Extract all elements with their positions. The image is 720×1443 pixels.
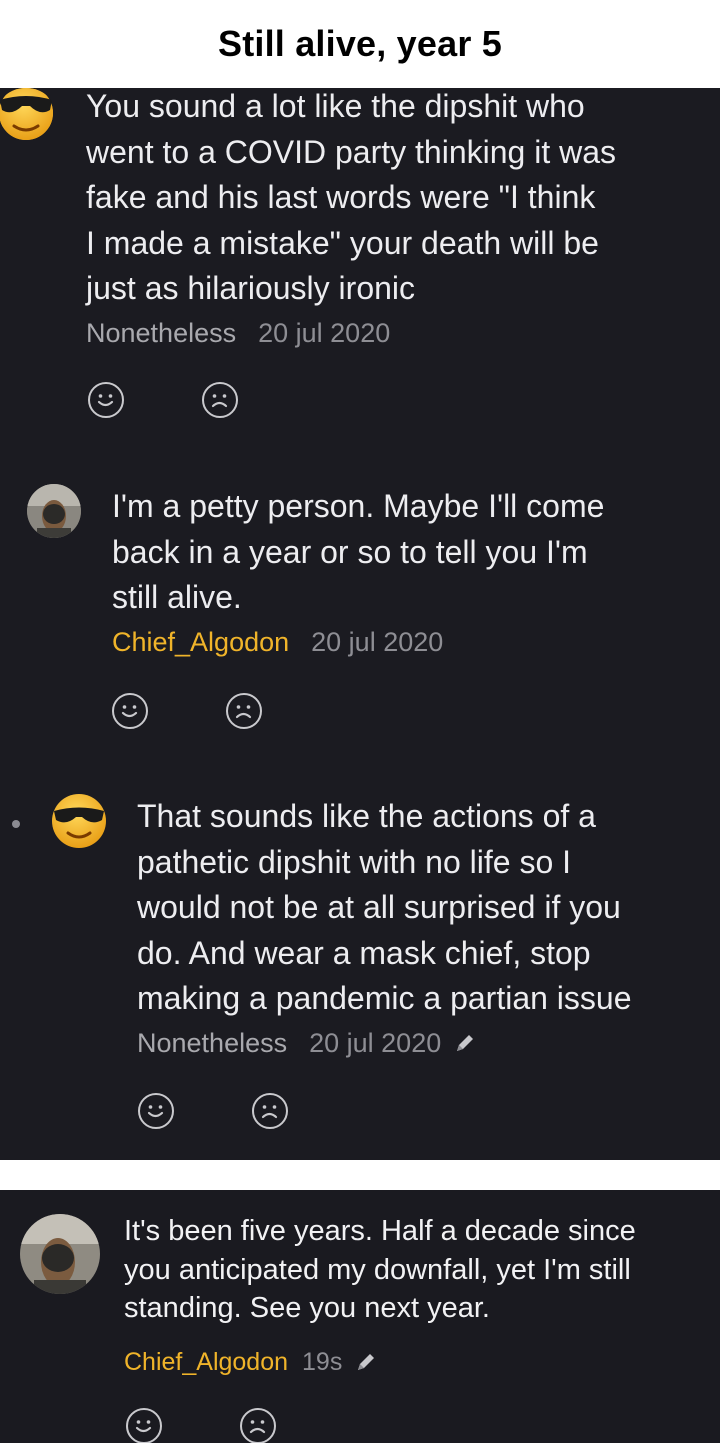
unread-dot: [12, 820, 20, 828]
sunglasses-emoji-icon[interactable]: [51, 793, 107, 849]
author-name[interactable]: Nonetheless: [86, 318, 236, 349]
smiley-face-icon[interactable]: [126, 1408, 162, 1443]
reaction-bar: [112, 693, 262, 729]
comment-line: still alive.: [112, 579, 242, 615]
comment-date: 19s: [302, 1347, 343, 1376]
comment-meta: Chief_Algodon 20 jul 2020: [112, 627, 604, 658]
comment-meta: Nonetheless 20 jul 2020: [137, 1028, 632, 1059]
comments-panel-old: You sound a lot like the dipshit who wen…: [0, 88, 720, 1160]
page-title: Still alive, year 5: [218, 23, 502, 64]
comment-line: That sounds like the actions of a: [137, 798, 596, 834]
comment-line: It's been five years. Half a decade sinc…: [124, 1215, 636, 1247]
comment-meta: Chief_Algodon 19s: [124, 1348, 636, 1377]
comment-body: It's been five years. Half a decade sinc…: [124, 1212, 636, 1328]
comment-line: do. And wear a mask chief, stop: [137, 934, 591, 971]
author-name[interactable]: Nonetheless: [137, 1028, 287, 1059]
comment-body: I'm a petty person. Maybe I'll come back…: [112, 484, 604, 621]
comment-line: making a pandemic a partian issue: [137, 980, 632, 1016]
comment-date: 20 jul 2020: [258, 317, 391, 348]
comment: It's been five years. Half a decade sinc…: [124, 1212, 636, 1377]
sad-face-icon[interactable]: [240, 1408, 276, 1443]
reaction-bar: [138, 1093, 288, 1129]
comment: You sound a lot like the dipshit who wen…: [86, 84, 616, 349]
comments-panel-new: It's been five years. Half a decade sinc…: [0, 1190, 720, 1443]
comment-line: you anticipated my downfall, yet I'm sti…: [124, 1253, 631, 1286]
comment-line: I'm a petty person. Maybe I'll come: [112, 488, 605, 524]
comment-line: standing. See you next year.: [124, 1292, 490, 1324]
comment-body: That sounds like the actions of a pathet…: [137, 794, 632, 1022]
sunglasses-emoji-icon[interactable]: [0, 88, 56, 142]
author-name[interactable]: Chief_Algodon: [124, 1348, 288, 1377]
comment-line: fake and his last words were "I think: [86, 179, 596, 215]
comment-date: 20 jul 2020: [309, 1027, 442, 1058]
sad-face-icon[interactable]: [226, 693, 262, 729]
sad-face-icon[interactable]: [202, 382, 238, 418]
comment-meta: Nonetheless 20 jul 2020: [86, 318, 616, 349]
smiley-face-icon[interactable]: [112, 693, 148, 729]
reaction-bar: [88, 382, 238, 418]
comment-line: I made a mistake" your death will be: [86, 224, 599, 261]
comment-line: went to a COVID party thinking it was: [86, 133, 616, 170]
comment-line: pathetic dipshit with no life so I: [137, 843, 572, 880]
comment-date: 20 jul 2020: [311, 626, 444, 657]
comment: I'm a petty person. Maybe I'll come back…: [112, 484, 604, 658]
comment-body: You sound a lot like the dipshit who wen…: [86, 84, 616, 312]
comment-line: just as hilariously ironic: [86, 270, 416, 306]
smiley-face-icon[interactable]: [138, 1093, 174, 1129]
reaction-bar: [126, 1408, 276, 1443]
pencil-icon: [453, 1031, 477, 1055]
comment-line: You sound a lot like the dipshit who: [86, 88, 585, 124]
user-photo-avatar[interactable]: [27, 484, 81, 538]
smiley-face-icon[interactable]: [88, 382, 124, 418]
pencil-icon: [354, 1350, 378, 1374]
title-bar: Still alive, year 5: [0, 0, 720, 88]
sad-face-icon[interactable]: [252, 1093, 288, 1129]
user-photo-avatar[interactable]: [20, 1214, 100, 1294]
author-name[interactable]: Chief_Algodon: [112, 627, 289, 658]
comment-line: back in a year or so to tell you I'm: [112, 533, 588, 570]
comment-line: would not be at all surprised if you: [137, 889, 621, 925]
comment: That sounds like the actions of a pathet…: [137, 794, 632, 1059]
